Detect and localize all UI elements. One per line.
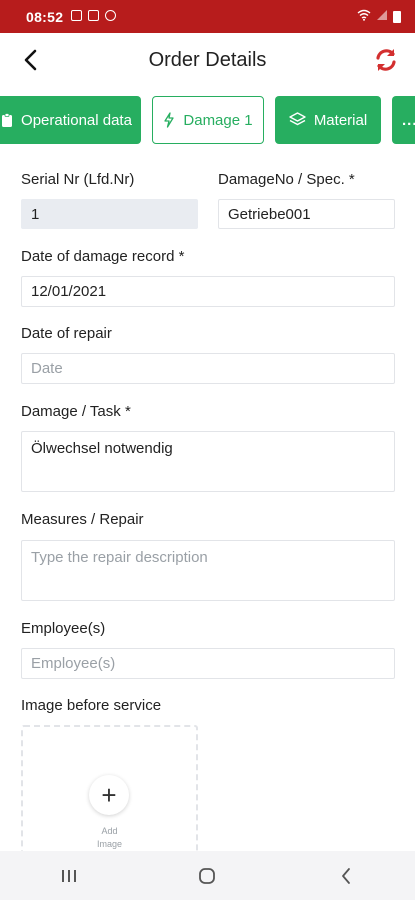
tab-more[interactable]: ... (392, 96, 415, 144)
serial-nr-field[interactable]: 1 (21, 199, 198, 229)
back-arrow-icon (24, 49, 37, 71)
system-nav-bar (0, 851, 415, 900)
employees-field[interactable]: Employee(s) (21, 648, 395, 679)
date-record-label: Date of damage record * (21, 248, 185, 265)
home-button[interactable] (177, 856, 237, 896)
shield-icon (105, 10, 117, 23)
back-nav-icon (341, 867, 350, 884)
damage-task-field[interactable]: Ölwechsel notwendig (21, 431, 395, 492)
status-time: 08:52 (26, 8, 64, 25)
date-repair-placeholder: Date (31, 360, 63, 377)
damage-no-label: DamageNo / Spec. * (218, 171, 355, 188)
back-button[interactable] (16, 45, 46, 75)
message-icon (71, 10, 83, 23)
measures-field[interactable]: Type the repair description (21, 540, 395, 601)
tab-bar: Operational data Damage 1 Material ... (0, 95, 415, 147)
add-image-caption: Add Image (23, 825, 196, 851)
more-icon: ... (402, 111, 415, 129)
tab-material-label: Material (313, 111, 368, 129)
add-image-button[interactable]: + (89, 775, 129, 815)
wifi-icon (357, 9, 371, 24)
refresh-button[interactable] (371, 45, 401, 75)
employees-label: Employee(s) (21, 620, 106, 637)
image-upload-area[interactable]: + Add Image (21, 725, 198, 865)
add-image-caption-line2: Image (96, 839, 122, 849)
damage-no-field[interactable]: Getriebe001 (218, 199, 395, 229)
damage-no-value: Getriebe001 (228, 205, 311, 223)
date-record-value: 12/01/2021 (31, 283, 107, 300)
tab-damage-1-label: Damage 1 (183, 111, 253, 129)
serial-nr-label: Serial Nr (Lfd.Nr) (21, 171, 135, 188)
tab-material[interactable]: Material (275, 96, 381, 144)
layers-icon (289, 112, 306, 126)
bolt-icon (164, 112, 175, 128)
measures-label: Measures / Repair (21, 511, 144, 528)
recent-apps-icon (62, 869, 77, 882)
refresh-icon (376, 49, 396, 71)
damage-task-label: Damage / Task * (21, 403, 131, 420)
add-image-caption-line1: Add (101, 826, 118, 836)
tab-damage-1[interactable]: Damage 1 (152, 96, 264, 144)
damage-task-value: Ölwechsel notwendig (31, 440, 173, 457)
date-record-field[interactable]: 12/01/2021 (21, 276, 395, 307)
home-icon (199, 867, 216, 884)
date-repair-field[interactable]: Date (21, 353, 395, 384)
page-title: Order Details (148, 49, 267, 71)
image-before-label: Image before service (21, 697, 162, 714)
back-nav-button[interactable] (316, 856, 376, 896)
date-repair-label: Date of repair (21, 325, 112, 342)
employees-placeholder: Employee(s) (31, 655, 116, 672)
clipboard-icon (2, 112, 13, 127)
measures-placeholder: Type the repair description (31, 549, 208, 566)
tab-operational-data-label: Operational data (21, 111, 132, 129)
image-icon (88, 10, 100, 23)
serial-nr-value: 1 (31, 205, 40, 223)
battery-icon (393, 10, 401, 23)
recent-apps-button[interactable] (39, 856, 99, 896)
plus-icon: + (101, 779, 117, 810)
tab-operational-data[interactable]: Operational data (0, 96, 141, 144)
signal-icon (376, 9, 388, 24)
status-bar: 08:52 (0, 0, 415, 33)
app-header: Order Details (0, 33, 415, 88)
